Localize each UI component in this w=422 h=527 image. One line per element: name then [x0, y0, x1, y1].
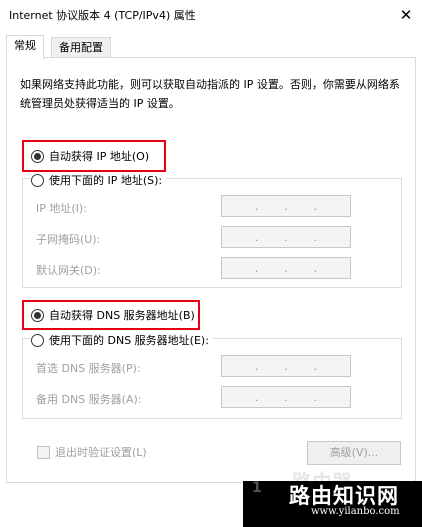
dns-manual-label: 使用下面的 DNS 服务器地址(E): — [49, 332, 209, 348]
validate-settings-label: 退出时验证设置(L) — [55, 444, 147, 460]
ip-address-label: IP 地址(I): — [36, 200, 87, 216]
advanced-button[interactable]: 高级(V)... — [307, 441, 401, 465]
dns-auto-option[interactable]: 自动获得 DNS 服务器地址(B) — [31, 307, 195, 323]
dns-manual-radio[interactable] — [31, 334, 44, 347]
ip-manual-label: 使用下面的 IP 地址(S): — [49, 172, 162, 188]
ip-auto-radio[interactable] — [31, 150, 44, 163]
alternate-dns-input[interactable]: ... — [221, 386, 351, 408]
validate-settings-option[interactable]: 退出时验证设置(L) — [37, 444, 147, 460]
dns-auto-label: 自动获得 DNS 服务器地址(B) — [49, 307, 195, 323]
alternate-dns-label: 备用 DNS 服务器(A): — [36, 391, 142, 407]
subnet-mask-label: 子网掩码(U): — [36, 231, 100, 247]
dns-manual-option[interactable]: 使用下面的 DNS 服务器地址(E): — [31, 332, 213, 348]
validate-settings-checkbox[interactable] — [37, 446, 50, 459]
preferred-dns-input[interactable]: ... — [221, 355, 351, 377]
default-gateway-label: 默认网关(D): — [36, 262, 101, 278]
ip-address-input[interactable]: ... — [221, 195, 351, 217]
tab-alternate-config[interactable]: 备用配置 — [51, 37, 111, 59]
description-text: 如果网络支持此功能，则可以获取自动指派的 IP 设置。否则，你需要从网络系统管理… — [20, 75, 400, 113]
preferred-dns-label: 首选 DNS 服务器(P): — [36, 360, 141, 376]
watermark-left-text: 1 — [252, 480, 262, 496]
tab-general[interactable]: 常规 — [6, 35, 44, 60]
ip-auto-label: 自动获得 IP 地址(O) — [49, 148, 149, 164]
ip-manual-radio[interactable] — [31, 174, 44, 187]
close-icon[interactable]: ✕ — [394, 3, 418, 27]
default-gateway-input[interactable]: ... — [221, 257, 351, 279]
watermark-url: www.yilanbo.com — [311, 506, 400, 517]
ip-auto-option[interactable]: 自动获得 IP 地址(O) — [31, 148, 149, 164]
subnet-mask-input[interactable]: ... — [221, 226, 351, 248]
window-title: Internet 协议版本 4 (TCP/IPv4) 属性 — [9, 7, 196, 23]
ip-manual-option[interactable]: 使用下面的 IP 地址(S): — [31, 172, 166, 188]
dns-auto-radio[interactable] — [31, 309, 44, 322]
